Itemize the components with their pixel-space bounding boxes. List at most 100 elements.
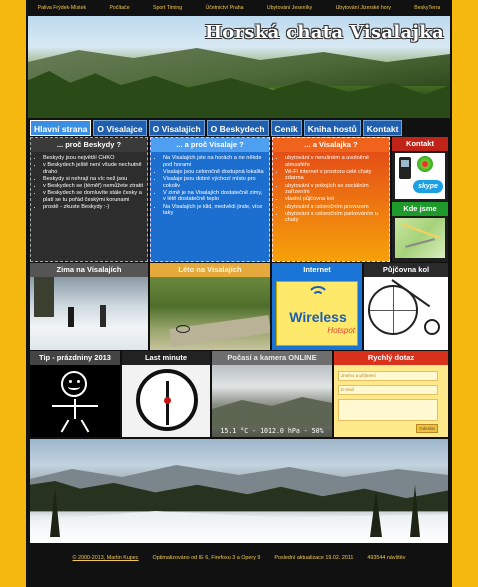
why-beskydy-list: Beskydy jsou největší CHKO v Beskydech j… (31, 152, 147, 211)
where-we-are-title[interactable]: Kde jsme (392, 202, 448, 216)
list-item: prostě - zkuste Beskydy :-) (43, 204, 144, 211)
message-textarea[interactable] (338, 399, 438, 421)
bike-rental-tile[interactable]: Půjčovna kol (364, 263, 448, 350)
optimized-note: Optimalizováno od IE 6, Firefoxu 3 a Ope… (152, 555, 261, 561)
photo-tree (34, 277, 54, 317)
contact-icons[interactable]: skype (395, 153, 445, 199)
nav-hlavni-strana[interactable]: Hlavní strana (30, 120, 92, 136)
list-item: vlastní půjčovna kol (285, 196, 386, 203)
send-button[interactable]: Odeslat (416, 424, 438, 433)
contact-box: Kontakt skype Kde jsme (392, 137, 448, 262)
list-item: Wi-Fi internet v prostoru celé chaty zda… (285, 169, 386, 182)
list-item: Na Visalajích jste na horách a ne někde … (163, 155, 266, 168)
footer: © 2000-2013, Martin Kupec Optimalizováno… (26, 552, 452, 564)
top-link-ubytovani-jizerske[interactable]: Ubytování Jizerské hory (336, 5, 391, 11)
top-link-sport-timing[interactable]: Sport Timing (153, 5, 182, 11)
left-stripe (0, 0, 26, 587)
why-visalaje-list: Na Visalajích jste na horách a ne někde … (151, 152, 269, 217)
map-road (401, 223, 441, 239)
winter-photo (30, 277, 148, 350)
why-visalaje-title: ... a proč Visalaje ? (151, 138, 269, 152)
list-item: ubytování s celoročním parkováním u chat… (285, 211, 386, 224)
nav-cenik[interactable]: Ceník (270, 120, 302, 136)
stick-figure-icon (61, 371, 87, 397)
page: Paliva Frýdek-Místek Počítače Sport Timi… (0, 0, 478, 587)
top-partner-nav: Paliva Frýdek-Místek Počítače Sport Timi… (26, 2, 452, 14)
wireless-word: Wireless (289, 309, 347, 325)
bike-small-wheel (424, 319, 440, 335)
top-link-paliva[interactable]: Paliva Frýdek-Místek (38, 5, 86, 11)
weather-reading: 15.1 °C - 1012.0 hPa - 50% (220, 427, 324, 435)
tip-holidays-tile[interactable]: Tip - prázdniny 2013 (30, 351, 120, 437)
top-link-ucetnictvi[interactable]: Účetnictví Praha (206, 5, 244, 11)
list-item: Na Visalajích je klid, medvědi jinde, ví… (163, 204, 266, 217)
last-minute-title: Last minute (122, 351, 210, 365)
summer-gallery-tile[interactable]: Léto na Visalajích (150, 263, 270, 350)
summer-gallery-title: Léto na Visalajích (150, 263, 270, 277)
site-title: Horská chata Visalajka (204, 22, 444, 43)
list-item: Beskydy jsou největší CHKO (43, 155, 144, 162)
top-link-beskyterra[interactable]: BeskyTerra (414, 5, 440, 11)
why-visalaje-box: ... a proč Visalaje ? Na Visalajích jste… (150, 137, 270, 262)
copyright-link[interactable]: © 2000-2013, Martin Kupec (73, 555, 139, 561)
clock-icon (136, 369, 198, 431)
wireless-hotspot-logo: Wireless Hotspot (276, 281, 358, 346)
list-item: Beskydy si nehrají na víc než jsou (43, 176, 144, 183)
top-link-pocitace[interactable]: Počítače (109, 5, 129, 11)
webcam-hill (212, 397, 332, 427)
photo-bike (176, 325, 190, 333)
list-item: Visalaje jsou dobré výchozí místo pro co… (163, 176, 266, 189)
and-visalajka-title: ... a Visalajka ? (273, 138, 389, 152)
main-nav: Hlavní strana O Visalajce O Visalajích O… (30, 120, 450, 136)
email-field[interactable]: E-mail (338, 385, 438, 395)
and-visalajka-list: ubytování v nerušném a uvolněné atmosféř… (273, 152, 389, 224)
last-minute-tile[interactable]: Last minute (122, 351, 210, 437)
map-road (405, 238, 435, 248)
list-item: V zimě je na Visalajích dostatečně zimy,… (163, 190, 266, 203)
phone-icon (399, 157, 411, 179)
nav-o-visalajce[interactable]: O Visalajce (93, 120, 147, 136)
panorama-photo (30, 439, 448, 543)
weather-camera-tile[interactable]: Počasí a kamera ONLINE 15.1 °C - 1012.0 … (212, 351, 332, 437)
last-update: Poslední aktualizace 19.02. 2011 (274, 555, 354, 561)
list-item: ubytování v nerušném a uvolněné atmosféř… (285, 155, 386, 168)
list-item: ubytování s celoročním provozem (285, 204, 386, 211)
info-columns: ... proč Beskydy ? Beskydy jsou největší… (30, 137, 448, 262)
hotspot-word: Hotspot (327, 326, 355, 335)
photo-person (100, 305, 106, 327)
tip-holidays-title: Tip - prázdniny 2013 (30, 351, 120, 365)
winter-gallery-title: Zima na Visalajích (30, 263, 148, 277)
right-stripe (452, 0, 478, 587)
weather-camera-title: Počasí a kamera ONLINE (212, 351, 332, 365)
why-beskydy-box: ... proč Beskydy ? Beskydy jsou největší… (30, 137, 148, 262)
nav-kniha-hostu[interactable]: Kniha hostů (303, 120, 361, 136)
wifi-icon (307, 286, 329, 304)
header-banner: Horská chata Visalajka (28, 16, 450, 118)
winter-gallery-tile[interactable]: Zima na Visalajích (30, 263, 148, 350)
nav-o-visalajich[interactable]: O Visalajích (148, 120, 205, 136)
panorama-snow (30, 511, 448, 543)
and-visalajka-box: ... a Visalajka ? ubytování v nerušném a… (272, 137, 390, 262)
photo-person (68, 307, 74, 327)
list-item: v Beskydech ještě není všude nechutně dr… (43, 162, 144, 175)
list-item: ubytování v pokojích se sociálním zaříze… (285, 183, 386, 196)
feature-row: Tip - prázdniny 2013 Last minute Počasí … (30, 351, 448, 437)
nav-o-beskydech[interactable]: O Beskydech (206, 120, 269, 136)
icq-icon (417, 156, 433, 172)
skype-icon: skype (413, 180, 443, 193)
list-item: v Beskydech se (téměř) nemůžete ztratit (43, 183, 144, 190)
summer-photo (150, 277, 270, 350)
page-inner: Paliva Frýdek-Místek Počítače Sport Timi… (26, 0, 452, 587)
internet-title: Internet (272, 263, 362, 277)
quick-query-title: Rychlý dotaz (334, 351, 448, 365)
contact-title[interactable]: Kontakt (392, 137, 448, 151)
name-field[interactable]: Jméno a příjmení (338, 371, 438, 381)
bike-rental-title: Půjčovna kol (364, 263, 448, 277)
gallery-row: Zima na Visalajích Léto na Visalajích In… (30, 263, 448, 350)
why-beskydy-title: ... proč Beskydy ? (31, 138, 147, 152)
nav-kontakt[interactable]: Kontakt (362, 120, 403, 136)
location-map-thumbnail[interactable] (395, 218, 445, 258)
top-link-ubytovani-jeseniky[interactable]: Ubytování Jeseníky (267, 5, 312, 11)
quick-query-form: Rychlý dotaz Jméno a příjmení E-mail Ode… (334, 351, 448, 437)
internet-tile[interactable]: Internet Wireless Hotspot (272, 263, 362, 350)
